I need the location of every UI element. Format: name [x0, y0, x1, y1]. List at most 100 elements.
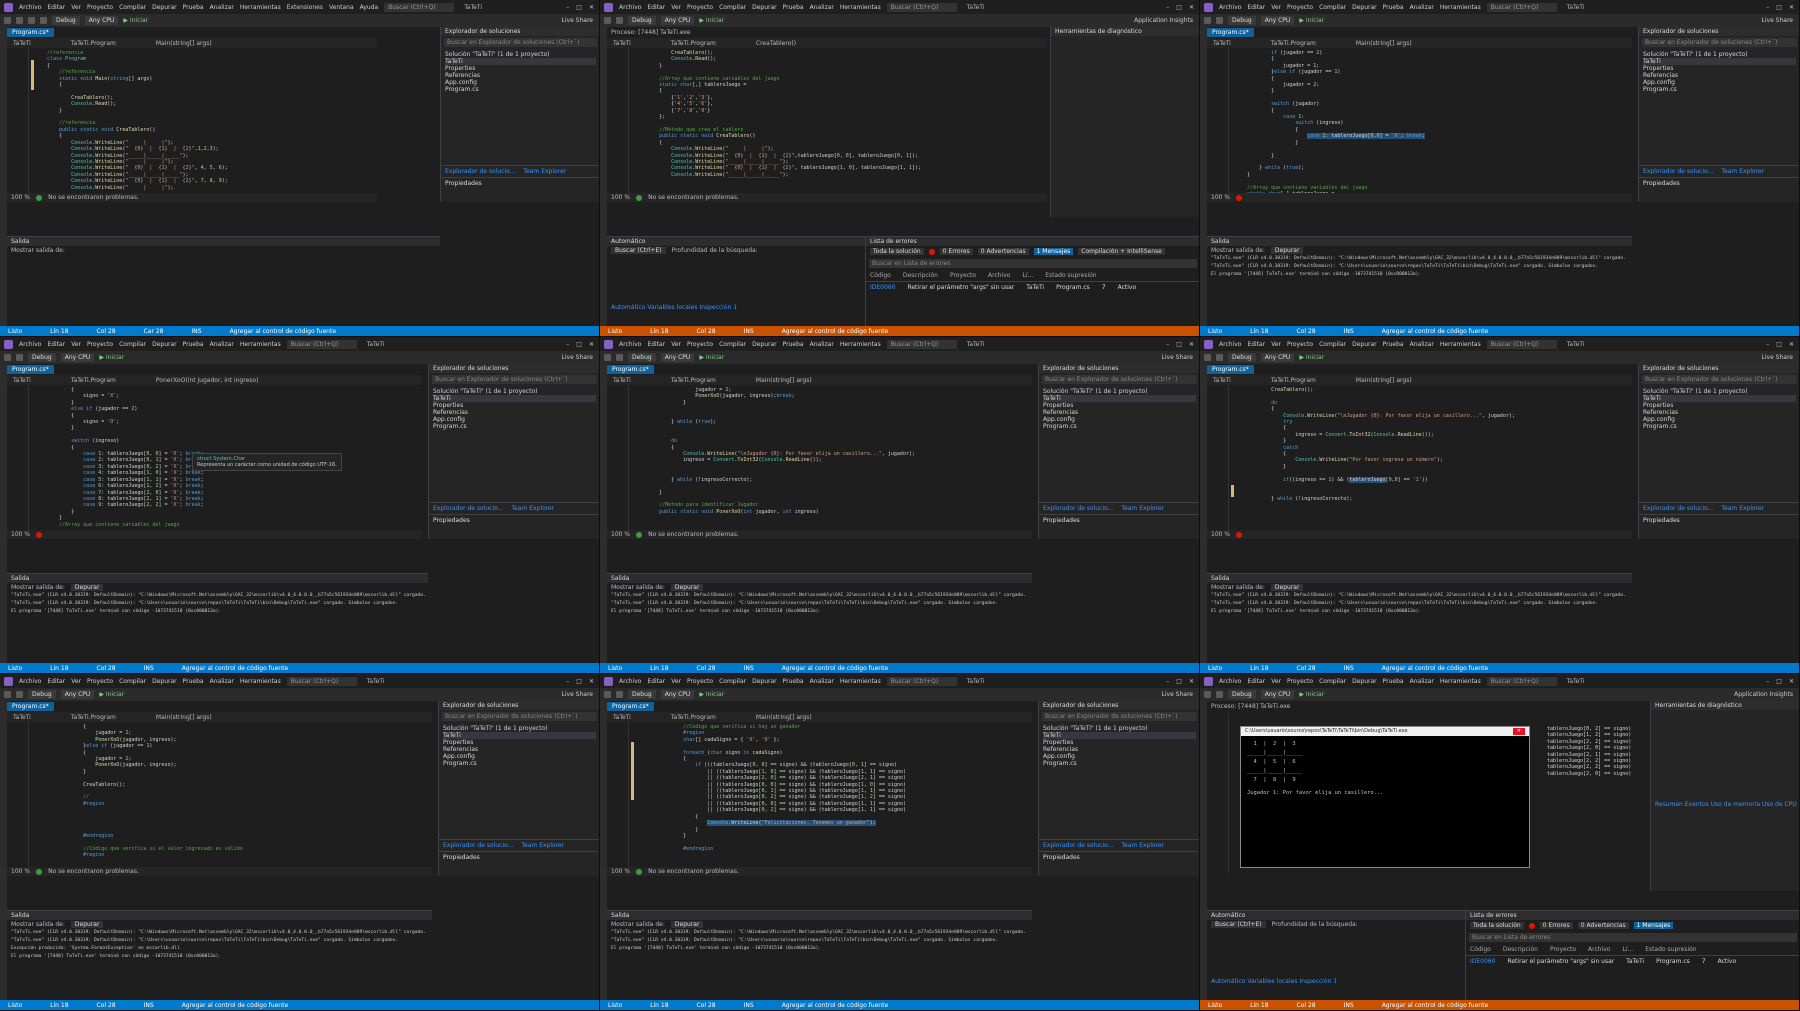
- menu-prueba[interactable]: Prueba: [1383, 4, 1404, 11]
- col-desc[interactable]: Descripción: [1503, 946, 1538, 953]
- table-row[interactable]: IDE0060 Retirar el parámetro "args" sin …: [1466, 956, 1799, 967]
- solution-search-input[interactable]: Buscar en Explorador de soluciones (Ctrl…: [1042, 375, 1197, 384]
- tab-team-explorer[interactable]: Team Explorer: [1121, 842, 1164, 849]
- back-icon[interactable]: [4, 17, 11, 24]
- col-state[interactable]: Estado supresión: [1045, 272, 1096, 279]
- solution-root[interactable]: Solución "TaTeTi" (1 de 1 proyecto): [433, 388, 596, 395]
- maximize-icon[interactable]: □: [576, 4, 582, 11]
- nav-class[interactable]: TaTeTi.Program: [671, 714, 716, 721]
- menu-depurar[interactable]: Depurar: [152, 341, 177, 348]
- node-references[interactable]: Referencias: [433, 409, 596, 416]
- tab-team-explorer[interactable]: Team Explorer: [1721, 505, 1764, 512]
- source-control-button[interactable]: Agregar al control de código fuente: [782, 328, 888, 335]
- live-share-button[interactable]: Live Share: [1762, 354, 1799, 361]
- menu-editar[interactable]: Editar: [647, 341, 665, 348]
- solution-search-input[interactable]: Buscar en Explorador de soluciones (Ctrl…: [1642, 38, 1797, 47]
- menu-prueba[interactable]: Prueba: [183, 341, 204, 348]
- menu-herramientas[interactable]: Herramientas: [240, 4, 281, 11]
- platform-select[interactable]: Any CPU: [660, 16, 695, 25]
- live-share-button[interactable]: Live Share: [1162, 354, 1199, 361]
- menu-depurar[interactable]: Depurar: [752, 4, 777, 11]
- tab-team-explorer[interactable]: Team Explorer: [1121, 505, 1164, 512]
- autos-tabs[interactable]: Automático Variables locales Inspección …: [1211, 978, 1337, 985]
- code-editor[interactable]: { jugador = 1; PonerXoO(jugador, ingreso…: [7, 722, 432, 867]
- autos-tabs[interactable]: Automático Variables locales Inspección …: [611, 304, 737, 311]
- search-input[interactable]: Buscar (Ctrl+Q): [886, 2, 957, 12]
- start-button[interactable]: ▶ Iniciar: [123, 17, 148, 24]
- menu-herramientas[interactable]: Herramientas: [840, 678, 881, 685]
- node-app-config[interactable]: App.config: [1043, 753, 1196, 760]
- menu-compilar[interactable]: Compilar: [1319, 341, 1346, 348]
- menu-herramientas[interactable]: Herramientas: [1440, 341, 1481, 348]
- close-icon[interactable]: ✕: [589, 4, 594, 11]
- config-select[interactable]: Debug: [1228, 353, 1256, 362]
- nav-member[interactable]: PonerXoO(int jugador, int ingreso): [156, 377, 259, 384]
- menu-editar[interactable]: Editar: [47, 4, 65, 11]
- menu-editar[interactable]: Editar: [1247, 678, 1265, 685]
- menu-prueba[interactable]: Prueba: [183, 4, 204, 11]
- minimize-icon[interactable]: –: [566, 4, 569, 11]
- node-app-config[interactable]: App.config: [1643, 416, 1796, 423]
- solution-search-input[interactable]: Buscar en Explorador de soluciones (Ctrl…: [432, 375, 597, 384]
- node-properties[interactable]: Properties: [1043, 402, 1196, 409]
- zoom-level[interactable]: 100 %: [11, 194, 30, 201]
- nav-class[interactable]: TaTeTi.Program: [671, 377, 716, 384]
- close-icon[interactable]: ✕: [1189, 341, 1194, 348]
- source-control-button[interactable]: Agregar al control de código fuente: [182, 665, 288, 672]
- back-icon[interactable]: [1204, 354, 1211, 361]
- table-row[interactable]: IDE0060 Retirar el parámetro "args" sin …: [866, 282, 1199, 293]
- menu-proyecto[interactable]: Proyecto: [1287, 678, 1313, 685]
- col-code[interactable]: Código: [870, 272, 891, 279]
- nav-class[interactable]: TaTeTi.Program: [71, 714, 116, 721]
- zoom-level[interactable]: 100 %: [11, 531, 30, 538]
- menu-archivo[interactable]: Archivo: [619, 341, 641, 348]
- back-icon[interactable]: [4, 691, 11, 698]
- minimize-icon[interactable]: –: [1166, 678, 1169, 685]
- menu-herramientas[interactable]: Herramientas: [840, 341, 881, 348]
- maximize-icon[interactable]: □: [1776, 678, 1782, 685]
- menu-compilar[interactable]: Compilar: [719, 678, 746, 685]
- config-select[interactable]: Debug: [1228, 16, 1256, 25]
- menu-compilar[interactable]: Compilar: [719, 4, 746, 11]
- menu-compilar[interactable]: Compilar: [119, 678, 146, 685]
- nav-class[interactable]: TaTeTi.Program: [1271, 40, 1316, 47]
- code-editor[interactable]: CreaTablero(); Console.Read(); } //Array…: [607, 48, 1047, 193]
- zoom-level[interactable]: 100 %: [611, 868, 630, 875]
- tab-solution-explorer[interactable]: Explorador de solucio...: [433, 505, 503, 512]
- node-program-cs[interactable]: Program.cs: [445, 86, 596, 93]
- close-icon[interactable]: ✕: [589, 678, 594, 685]
- live-share-button[interactable]: Live Share: [1162, 691, 1199, 698]
- menu-prueba[interactable]: Prueba: [183, 678, 204, 685]
- undo-icon[interactable]: [40, 17, 47, 24]
- code-editor[interactable]: if (jugador == 2) { jugador = 1; }else i…: [1207, 48, 1632, 193]
- menu-proyecto[interactable]: Proyecto: [687, 4, 713, 11]
- menu-editar[interactable]: Editar: [47, 678, 65, 685]
- continue-button[interactable]: ▶ Iniciar: [1299, 691, 1324, 698]
- live-share-button[interactable]: Live Share: [1762, 17, 1799, 24]
- col-state[interactable]: Estado supresión: [1645, 946, 1696, 953]
- project-node[interactable]: TaTeTi: [443, 732, 596, 739]
- menu-proyecto[interactable]: Proyecto: [87, 341, 113, 348]
- start-button[interactable]: ▶ Iniciar: [1299, 354, 1324, 361]
- menu-analizar[interactable]: Analizar: [210, 4, 234, 11]
- nav-project[interactable]: TaTeTi: [613, 40, 631, 47]
- tab-program-cs[interactable]: Program.cs*: [7, 365, 54, 374]
- node-program-cs[interactable]: Program.cs: [1043, 760, 1196, 767]
- menu-editar[interactable]: Editar: [47, 341, 65, 348]
- minimize-icon[interactable]: –: [566, 678, 569, 685]
- solution-root[interactable]: Solución "TaTeTi" (1 de 1 proyecto): [1643, 51, 1796, 58]
- menu-ventana[interactable]: Ventana: [329, 4, 354, 11]
- search-input[interactable]: Buscar (Ctrl+Q): [886, 676, 957, 686]
- node-program-cs[interactable]: Program.cs: [1043, 423, 1196, 430]
- search-input[interactable]: Buscar (Ctrl+Q): [1486, 676, 1557, 686]
- warnings-filter[interactable]: 0 Advertencias: [1577, 922, 1629, 929]
- insights-button[interactable]: Application Insights: [1734, 691, 1799, 698]
- node-properties[interactable]: Properties: [445, 65, 596, 72]
- search-input[interactable]: Buscar (Ctrl+Q): [886, 339, 957, 349]
- source-control-button[interactable]: Agregar al control de código fuente: [1382, 1002, 1488, 1009]
- project-node[interactable]: TaTeTi: [445, 58, 596, 65]
- autos-search-input[interactable]: Buscar (Ctrl+E): [611, 247, 666, 254]
- source-control-button[interactable]: Agregar al control de código fuente: [782, 665, 888, 672]
- tab-team-explorer[interactable]: Team Explorer: [523, 168, 566, 175]
- source-control-button[interactable]: Agregar al control de código fuente: [1382, 665, 1488, 672]
